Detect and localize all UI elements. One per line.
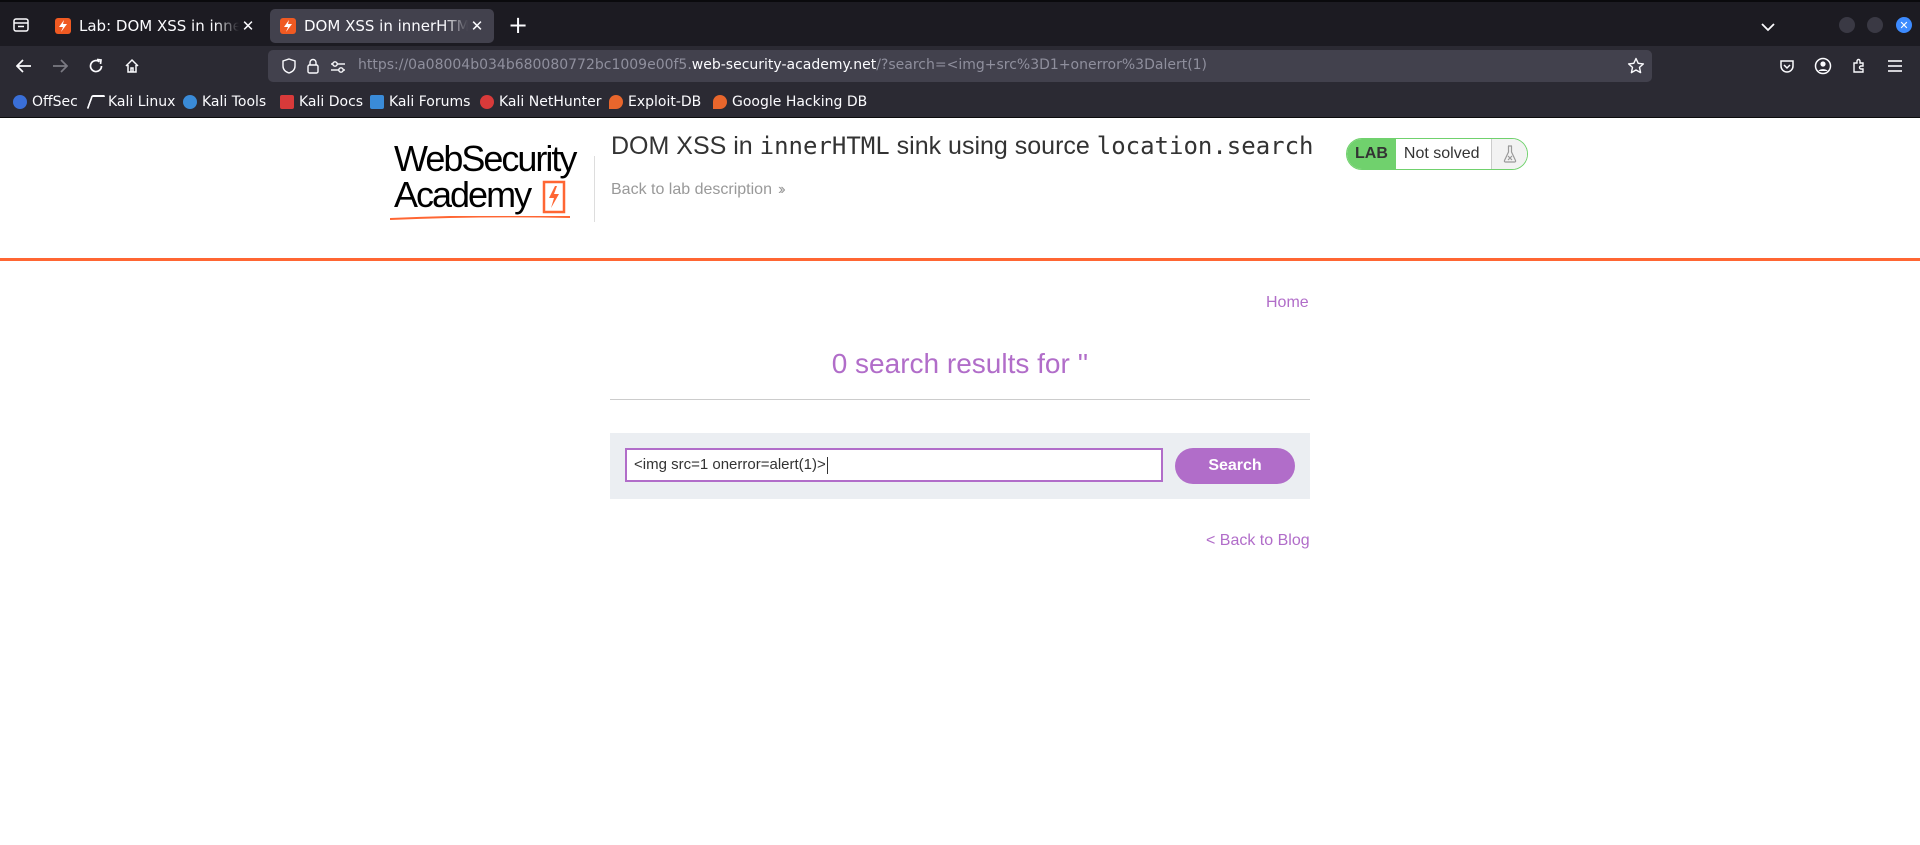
tab-close-icon[interactable]: ✕ — [468, 17, 486, 35]
bookmark-offsec[interactable]: OffSec — [13, 92, 78, 112]
page-content: WebSecurity Academy DOM XSS in innerHTML… — [0, 118, 1920, 845]
bookmark-label: Exploit-DB — [628, 94, 702, 110]
lab-title-code-source: location.search — [1096, 132, 1314, 160]
bookmark-star-icon[interactable] — [1627, 57, 1645, 79]
tab-title: DOM XSS in innerHTML sink using source l… — [304, 17, 468, 35]
web-security-academy-logo[interactable]: WebSecurity Academy — [390, 138, 590, 222]
bookmark-kali-linux[interactable]: Kali Linux — [86, 92, 176, 112]
reload-icon[interactable] — [84, 54, 108, 78]
bookmark-label: Kali Linux — [108, 94, 176, 110]
search-input[interactable]: <img src=1 onerror=alert(1)> — [625, 448, 1163, 482]
bookmark-label: OffSec — [32, 94, 78, 110]
back-arrow-icon[interactable] — [12, 54, 36, 78]
lab-header: WebSecurity Academy DOM XSS in innerHTML… — [0, 118, 1920, 261]
tab-title: Lab: DOM XSS in innerHTML sink using sou… — [79, 17, 239, 35]
back-to-lab-description-label: Back to lab description — [611, 181, 772, 198]
window-maximize-button[interactable] — [1867, 17, 1883, 33]
back-to-blog-link[interactable]: < Back to Blog — [1206, 532, 1310, 550]
bookmark-label: Kali Forums — [389, 94, 471, 110]
permissions-icon[interactable] — [330, 59, 346, 78]
address-bar[interactable]: https://0a08004b034b680080772bc1009e00f5… — [268, 50, 1652, 82]
back-to-lab-description-link[interactable]: Back to lab description ›› — [611, 181, 785, 199]
url-text[interactable]: https://0a08004b034b680080772bc1009e00f5… — [358, 57, 1207, 73]
bookmark-label: Kali Tools — [202, 94, 267, 110]
lightning-bolt-icon — [542, 180, 566, 218]
menu-icon[interactable] — [1883, 54, 1907, 78]
bookmark-kali-docs[interactable]: Kali Docs — [280, 92, 363, 112]
bookmark-exploit-db[interactable]: Exploit-DB — [609, 92, 701, 112]
chevron-down-icon[interactable] — [1760, 17, 1776, 36]
forward-arrow-icon[interactable] — [48, 54, 72, 78]
portswigger-favicon-icon — [280, 18, 296, 34]
bookmark-google-hacking-db[interactable]: Google Hacking DB — [713, 92, 867, 112]
lab-badge-label: LAB — [1347, 139, 1396, 169]
extensions-icon[interactable] — [1847, 54, 1871, 78]
kali-docs-icon — [280, 95, 294, 109]
bookmarks-toolbar: OffSec Kali Linux Kali Tools Kali Docs K… — [0, 86, 1920, 118]
kali-dragon-icon — [86, 95, 106, 109]
home-icon[interactable] — [120, 54, 144, 78]
browser-tab-bar: Lab: DOM XSS in innerHTML sink using sou… — [0, 0, 1920, 46]
lab-title-text: DOM XSS in — [611, 132, 760, 160]
bookmark-kali-tools[interactable]: Kali Tools — [183, 92, 266, 112]
url-subdomain: https://0a08004b034b680080772bc1009e00f5… — [358, 57, 692, 73]
text-caret — [826, 456, 828, 474]
logo-text-line2: Academy — [394, 174, 532, 215]
search-input-value: <img src=1 onerror=alert(1)> — [634, 456, 826, 473]
url-host: web-security-academy.net — [691, 57, 877, 73]
browser-tab-lab-page[interactable]: DOM XSS in innerHTML sink using source l… — [270, 9, 494, 43]
header-divider — [594, 156, 595, 222]
window-minimize-button[interactable] — [1839, 17, 1855, 33]
lab-title-code-sink: innerHTML — [759, 132, 890, 160]
tab-list-icon[interactable] — [10, 15, 32, 35]
search-button[interactable]: Search — [1175, 448, 1295, 484]
url-path: /?search=<img+src%3D1+onerror%3Dalert(1) — [876, 57, 1208, 73]
home-link[interactable]: Home — [1266, 294, 1309, 312]
pocket-icon[interactable] — [1775, 54, 1799, 78]
search-form: <img src=1 onerror=alert(1)> Search — [610, 433, 1310, 499]
bookmark-kali-forums[interactable]: Kali Forums — [370, 92, 470, 112]
portswigger-favicon-icon — [55, 18, 71, 34]
bookmark-label: Kali Docs — [299, 94, 364, 110]
lab-status-badge: LAB Not solved — [1346, 138, 1529, 170]
bookmark-label: Google Hacking DB — [732, 94, 868, 110]
lock-icon[interactable] — [306, 58, 320, 78]
exploit-db-icon — [609, 95, 623, 109]
double-chevron-right-icon: ›› — [777, 181, 785, 198]
bookmark-kali-nethunter[interactable]: Kali NetHunter — [480, 92, 601, 112]
nethunter-icon — [480, 95, 494, 109]
lab-status-text: Not solved — [1403, 145, 1480, 162]
new-tab-icon[interactable]: + — [505, 13, 531, 39]
lab-title: DOM XSS in innerHTML sink using source l… — [611, 132, 1314, 161]
flask-icon — [1491, 139, 1528, 169]
tab-close-icon[interactable]: ✕ — [239, 17, 257, 35]
logo-underline-icon — [390, 216, 570, 220]
offsec-icon — [13, 95, 27, 109]
ghdb-icon — [713, 95, 727, 109]
lab-title-text: sink using source — [889, 132, 1097, 160]
search-results-heading: 0 search results for '' — [831, 348, 1089, 379]
kali-tools-icon — [183, 95, 197, 109]
bookmark-label: Kali NetHunter — [499, 94, 602, 110]
window-close-button[interactable]: ✕ — [1896, 17, 1912, 33]
kali-forums-icon — [370, 95, 384, 109]
results-divider — [610, 399, 1310, 400]
shield-icon[interactable] — [282, 58, 296, 78]
account-icon[interactable] — [1811, 54, 1835, 78]
browser-tab-lab-description[interactable]: Lab: DOM XSS in innerHTML sink using sou… — [45, 9, 265, 43]
browser-navigation-bar: https://0a08004b034b680080772bc1009e00f5… — [0, 46, 1920, 86]
